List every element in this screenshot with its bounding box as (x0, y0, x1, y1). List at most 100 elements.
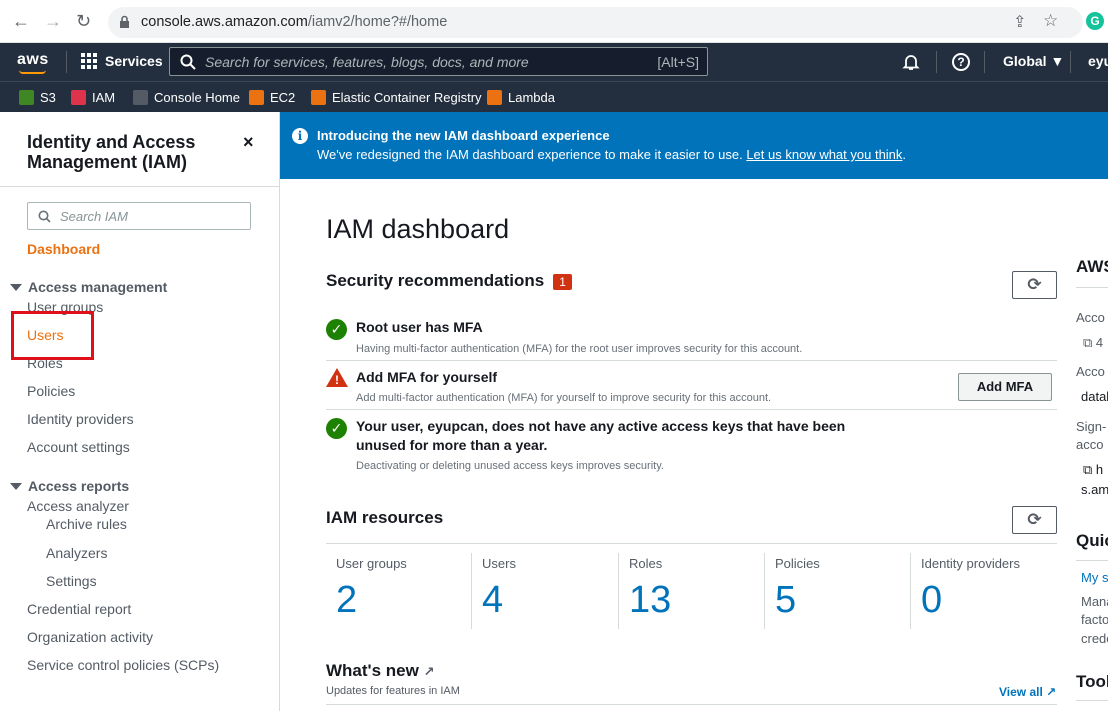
favorite-lambda[interactable]: Lambda (487, 90, 555, 105)
banner-end: . (902, 147, 907, 162)
resource-label: Policies (775, 556, 820, 571)
sidebar-item-organization-activity[interactable]: Organization activity (27, 629, 153, 645)
view-all-link[interactable]: View all ↗ (999, 685, 1056, 699)
resource-count[interactable]: 2 (336, 579, 357, 622)
address-bar[interactable]: console.aws.amazon.com/iamv2/home?#/home… (108, 7, 1083, 38)
sidebar-item-policies[interactable]: Policies (27, 383, 75, 399)
external-link-icon[interactable]: ↗ (424, 664, 435, 679)
resource-roles[interactable]: Roles 13 (619, 553, 765, 629)
back-icon[interactable]: ← (12, 11, 30, 32)
iam-resources-heading: IAM resources (326, 508, 444, 527)
section-title: What's new (326, 661, 419, 680)
close-sidebar-icon[interactable]: × (243, 132, 254, 153)
services-menu-button[interactable]: Services (81, 53, 163, 69)
grammarly-extension-icon[interactable]: G (1086, 12, 1104, 30)
row-divider (326, 409, 1057, 410)
resource-label: Roles (629, 556, 663, 571)
search-placeholder: Search for services, features, blogs, do… (205, 54, 529, 70)
whats-new-divider (326, 704, 1057, 705)
add-mfa-button[interactable]: Add MFA (958, 373, 1052, 401)
refresh-recommendations-button[interactable]: ⟳ (1012, 271, 1057, 299)
resource-count[interactable]: 5 (775, 579, 796, 622)
favorite-s3[interactable]: S3 (19, 90, 56, 105)
quick-link-desc-2: facto (1081, 612, 1108, 627)
recommendation-description: Add multi-factor authentication (MFA) fo… (356, 392, 772, 404)
caret-down-icon (10, 283, 22, 291)
account-alias-value: datal (1081, 389, 1108, 404)
share-icon[interactable]: ⇪ (1013, 12, 1026, 32)
favorite-label: IAM (92, 90, 116, 105)
aws-account-heading: AWS (1076, 257, 1108, 276)
grid-menu-icon (81, 53, 97, 69)
sidebar-item-account-settings[interactable]: Account settings (27, 439, 130, 455)
sidebar-item-credential-report[interactable]: Credential report (27, 601, 131, 617)
banner-text: We've redesigned the IAM dashboard exper… (317, 147, 906, 162)
favorite-console-home[interactable]: Console Home (133, 90, 240, 105)
resource-count[interactable]: 13 (629, 579, 671, 622)
favorite-iam[interactable]: IAM (71, 90, 115, 105)
section-access-reports[interactable]: Access reports (10, 478, 129, 494)
resource-identity-providers[interactable]: Identity providers 0 (911, 553, 1057, 629)
favorite-ec2[interactable]: EC2 (249, 90, 295, 105)
sidebar-item-settings[interactable]: Settings (46, 573, 97, 589)
forward-icon[interactable]: → (44, 11, 62, 32)
bookmark-star-icon[interactable]: ☆ (1043, 11, 1058, 31)
signin-url-label-2: acco (1076, 437, 1104, 452)
section-label: Access management (28, 279, 168, 295)
resource-user-groups[interactable]: User groups 2 (326, 553, 472, 629)
sidebar-item-access-analyzer[interactable]: Access analyzer (27, 498, 129, 514)
favorite-label: Console Home (154, 90, 240, 105)
recommendation-add-mfa: ! Add MFA for yourself Add multi-factor … (326, 368, 1057, 408)
refresh-resources-button[interactable]: ⟳ (1012, 506, 1057, 534)
resource-count[interactable]: 4 (482, 579, 503, 622)
recommendation-access-keys: ✓ Your user, eyupcan, does not have any … (326, 417, 1057, 477)
iam-sidebar: Identity and Access Management (IAM) × S… (0, 112, 280, 711)
copy-icon[interactable]: ⧉ (1083, 462, 1092, 477)
annotation-highlight-box (11, 311, 94, 360)
signin-url-value[interactable]: ⧉ h (1083, 462, 1103, 478)
sidebar-divider (0, 186, 279, 187)
account-id-value[interactable]: ⧉ 4 (1083, 335, 1103, 351)
reload-icon[interactable]: ↻ (76, 11, 91, 32)
resource-label: Identity providers (921, 556, 1020, 571)
ec2-icon (249, 90, 264, 105)
resource-policies[interactable]: Policies 5 (765, 553, 911, 629)
quick-link-desc-3: crede (1081, 631, 1108, 646)
help-icon[interactable]: ? (952, 53, 970, 71)
copy-icon[interactable]: ⧉ (1083, 335, 1092, 350)
sidebar-item-scps[interactable]: Service control policies (SCPs) (27, 657, 219, 673)
info-icon: i (292, 128, 308, 144)
services-label: Services (105, 53, 163, 69)
recommendation-title: Root user has MFA (356, 319, 483, 335)
console-home-icon (133, 90, 148, 105)
view-all-label: View all (999, 685, 1043, 699)
aws-logo[interactable]: aws (17, 51, 49, 69)
quick-link[interactable]: My s (1081, 570, 1108, 585)
panel-divider (1076, 700, 1108, 701)
sidebar-item-dashboard[interactable]: Dashboard (27, 241, 100, 257)
whats-new-subtitle: Updates for features in IAM (326, 685, 460, 697)
resource-count[interactable]: 0 (921, 579, 942, 622)
account-id-text: 4 (1095, 335, 1104, 350)
iam-icon (71, 90, 86, 105)
section-label: Access reports (28, 478, 130, 494)
sidebar-item-analyzers[interactable]: Analyzers (46, 545, 107, 561)
success-check-icon: ✓ (326, 418, 347, 439)
favorite-label: EC2 (270, 90, 296, 105)
security-recommendations-heading: Security recommendations 1 (326, 271, 572, 291)
global-search-input[interactable]: Search for services, features, blogs, do… (169, 47, 708, 76)
ecr-icon (311, 90, 326, 105)
sidebar-item-archive-rules[interactable]: Archive rules (46, 516, 127, 532)
account-menu[interactable]: eyu (1088, 53, 1108, 69)
feedback-link[interactable]: Let us know what you think (746, 147, 902, 162)
region-selector[interactable]: Global ▼ (1003, 53, 1064, 69)
resource-users[interactable]: Users 4 (472, 553, 618, 629)
sidebar-item-identity-providers[interactable]: Identity providers (27, 411, 134, 427)
notifications-bell-icon[interactable] (902, 53, 920, 71)
section-access-management[interactable]: Access management (10, 279, 167, 295)
resource-label: Users (482, 556, 516, 571)
row-divider (326, 360, 1057, 361)
sidebar-search-input[interactable]: Search IAM (27, 202, 251, 230)
sidebar-title: Identity and Access Management (IAM) (27, 132, 196, 172)
favorite-ecr[interactable]: Elastic Container Registry (311, 90, 482, 105)
